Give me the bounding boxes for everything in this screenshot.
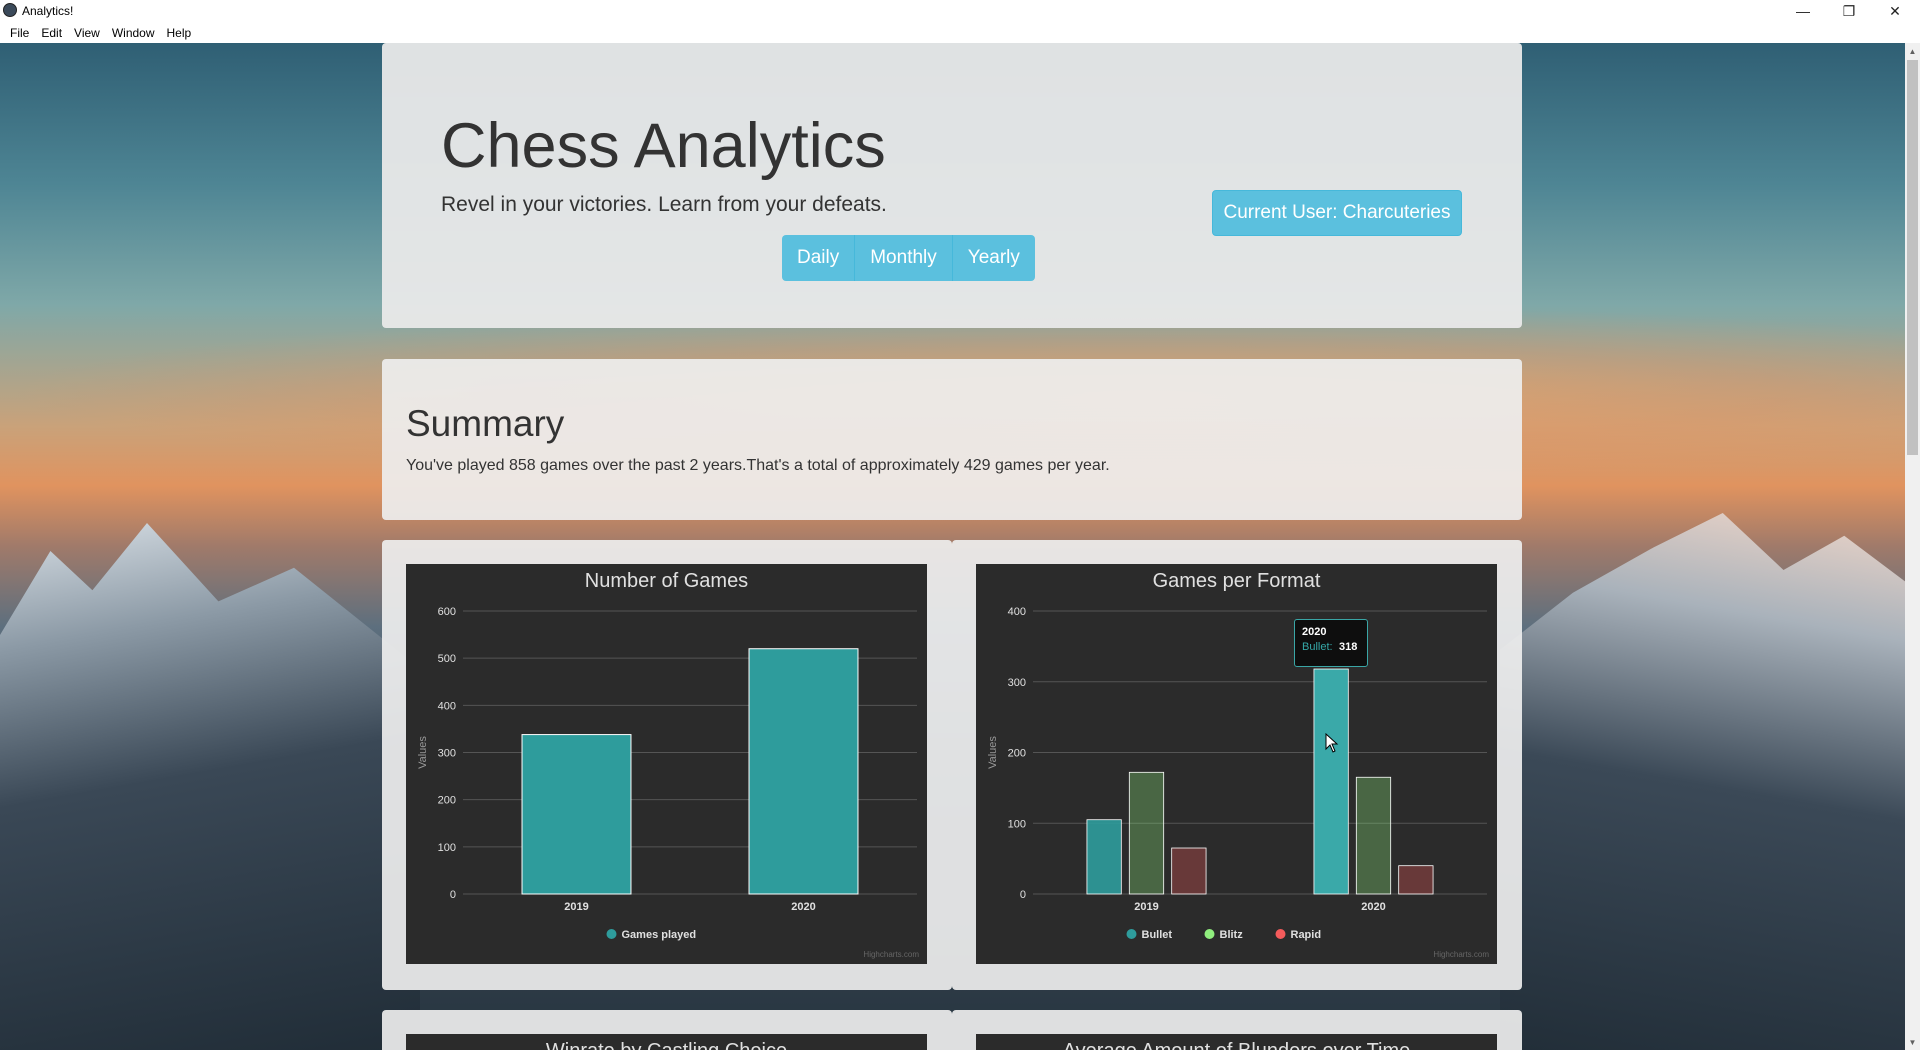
bar-games-played-2019 [521,734,632,895]
background-mountains-right [1500,513,1905,1050]
daily-button[interactable]: Daily [782,235,856,281]
bar-blitz-2020 [1355,776,1392,895]
app-icon [3,3,17,17]
bar-bullet-2019 [1086,819,1122,895]
hero-panel: Chess Analytics Revel in your victories.… [382,43,1522,328]
summary-text: You've played 858 games over the past 2 … [406,457,1110,474]
minimize-icon[interactable]: — [1780,0,1826,22]
number-of-games-card: Number of Games 0 100 200 300 400 500 600 Values… [382,540,952,990]
window-title: Analytics! [22,4,74,18]
period-button-group: Daily Monthly Yearly [782,235,1035,281]
y-tick-label: 0 [1020,889,1026,901]
x-tick-label: 2020 [1361,901,1385,913]
scroll-thumb[interactable] [1907,60,1918,455]
legend-marker [1126,929,1137,939]
y-tick-label: 600 [438,606,456,618]
blunders-title: Average Amount of Blunders over Time [976,1040,1497,1050]
y-tick-label: 100 [1008,818,1026,830]
games-per-format-chart: Games per Format 0 100 200 300 400 Values 2019 2… [976,564,1497,964]
legend-item-games-played: Games played [622,929,697,941]
current-user-button[interactable]: Current User: Charcuteries [1212,190,1462,236]
number-of-games-chart: Number of Games 0 100 200 300 400 500 600 Values… [406,564,927,964]
legend-item-rapid: Rapid [1291,929,1322,941]
chart-credits: Highcharts.com [863,950,919,959]
legend-marker [1275,929,1286,939]
summary-panel: Summary You've played 858 games over the… [382,359,1522,520]
games-per-format-svg: Games per Format 0 100 200 300 400 Values 2019 2… [987,570,1489,959]
castling-winrate-card: Winrate by Castling Choice [382,1010,952,1050]
menu-edit[interactable]: Edit [35,26,68,40]
y-axis-label: Values [417,736,429,769]
bar-blitz-2019 [1128,771,1165,895]
legend-item-blitz: Blitz [1220,929,1244,941]
mouse-cursor-icon [1325,733,1339,753]
chart-tooltip: 2020 Bullet: 318 [1294,619,1368,667]
bar-rapid-2019 [1171,847,1207,895]
menu-view[interactable]: View [68,26,106,40]
bar-games-played-2020 [748,648,859,895]
y-tick-label: 200 [1008,748,1026,760]
y-tick-label: 500 [438,653,456,665]
chart-credits: Highcharts.com [1433,950,1489,959]
number-of-games-svg: Number of Games 0 100 200 300 400 500 600 Values… [417,570,919,959]
castling-winrate-chart: Winrate by Castling Choice [406,1034,927,1050]
y-axis-label: Values [987,736,999,769]
castling-winrate-title: Winrate by Castling Choice [406,1040,927,1050]
legend-item-bullet: Bullet [1142,929,1173,941]
menu-help[interactable]: Help [161,26,198,40]
scroll-down-icon[interactable]: ▼ [1905,1034,1920,1050]
title-bar: Analytics! — ❐ ✕ [0,0,1920,22]
tooltip-value: 318 [1339,641,1358,653]
bar-bullet-2020 [1313,668,1349,895]
blunders-chart: Average Amount of Blunders over Time [976,1034,1497,1050]
y-tick-label: 400 [438,700,456,712]
chart-title: Number of Games [585,570,748,592]
yearly-button[interactable]: Yearly [952,235,1035,281]
x-tick-label: 2019 [564,901,588,913]
scroll-up-icon[interactable]: ▲ [1905,43,1920,59]
summary-title: Summary [406,403,565,444]
menu-file[interactable]: File [4,26,35,40]
background-mountains-left [0,523,420,1050]
y-tick-label: 0 [450,889,456,901]
legend-marker [1204,929,1215,939]
games-per-format-card: Games per Format 0 100 200 300 400 Values 2019 2… [952,540,1522,990]
x-tick-label: 2019 [1134,901,1158,913]
menu-window[interactable]: Window [106,26,161,40]
menu-bar: File Edit View Window Help [0,22,1920,43]
page-subtitle: Revel in your victories. Learn from your… [441,193,887,216]
page-title: Chess Analytics [441,111,886,181]
restore-icon[interactable]: ❐ [1826,0,1872,22]
y-tick-label: 400 [1008,606,1026,618]
blunders-card: Average Amount of Blunders over Time [952,1010,1522,1050]
vertical-scrollbar[interactable]: ▲ ▼ [1905,43,1920,1050]
x-tick-label: 2020 [791,901,815,913]
monthly-button[interactable]: Monthly [855,235,953,281]
tooltip-series: Bullet: [1302,641,1333,653]
y-tick-label: 100 [438,842,456,854]
bar-rapid-2020 [1398,865,1434,895]
legend-marker [606,929,617,939]
y-tick-label: 200 [438,795,456,807]
tooltip-category: 2020 [1302,626,1327,638]
y-tick-label: 300 [1008,677,1026,689]
page-viewport: Chess Analytics Revel in your victories.… [0,43,1905,1050]
y-tick-label: 300 [438,748,456,760]
close-icon[interactable]: ✕ [1872,0,1918,22]
chart-title: Games per Format [1153,570,1321,592]
